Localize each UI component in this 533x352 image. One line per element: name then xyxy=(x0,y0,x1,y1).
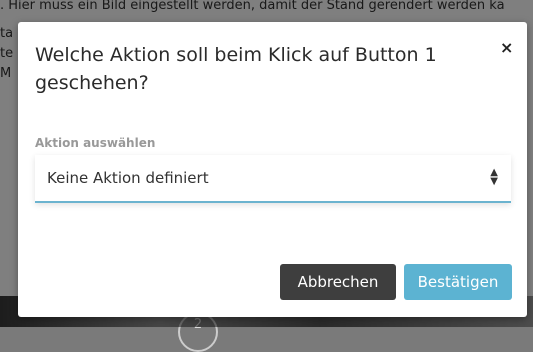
action-select[interactable]: Keine Aktion definiert ▲ ▼ xyxy=(35,155,511,203)
close-icon[interactable]: × xyxy=(500,38,513,57)
chevron-up-down-icon: ▲ ▼ xyxy=(490,167,498,187)
confirm-button[interactable]: Bestätigen xyxy=(404,264,512,300)
cancel-button[interactable]: Abbrechen xyxy=(280,264,396,300)
action-dialog: Welche Aktion soll beim Klick auf Button… xyxy=(18,22,527,317)
select-value: Keine Aktion definiert xyxy=(47,169,209,187)
dialog-title: Welche Aktion soll beim Klick auf Button… xyxy=(35,44,437,94)
select-label: Aktion auswählen xyxy=(35,136,156,150)
